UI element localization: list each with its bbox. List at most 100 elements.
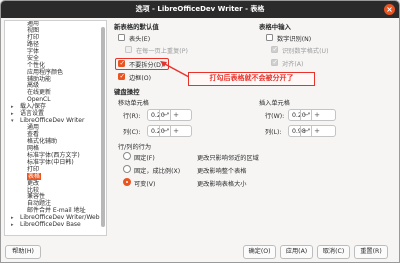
number-recognition-checkbox[interactable] [266,34,273,41]
fixed-proportional-label: 固定，成比例(X) [134,168,181,175]
tree-item-label: 更改 [27,179,40,187]
tree-item[interactable]: 通用 [5,124,106,132]
minus-icon[interactable]: − [159,109,170,121]
tree-item[interactable]: 打印 [5,33,106,42]
reset-button[interactable]: 重置(R) [354,245,388,259]
tree-item-label: 打印 [27,33,40,41]
variable-description: 更改影响表格大小 [197,181,247,188]
variable-radio[interactable] [123,178,131,186]
tree-item[interactable]: 应用程序颜色 [5,68,106,77]
tree-item-label: LibreOfficeDev Writer/Web [20,214,100,222]
tree-item-label: 标准字体(西方文字) [27,151,80,159]
tree-item-label: 应用程序颜色 [27,68,64,76]
insert-row-label: 行(W): [265,113,285,120]
help-button[interactable]: 帮助(H) [5,245,41,259]
apply-button[interactable]: 应用(A) [280,245,313,259]
tree-item-label: 个性化 [27,61,46,69]
behavior-heading: 行/列的行为 [118,144,152,151]
tree-item[interactable]: ▾ LibreOfficeDev Writer [5,117,106,125]
chevron-right-icon[interactable]: ▸ [11,215,20,222]
insert-row-spinner[interactable]: 0.20 " − + [288,109,336,121]
tree-item[interactable]: 标准字体(中日韩) [5,158,106,167]
number-recognition-label: 数字识别(N) [277,36,312,43]
options-tree[interactable]: 通用 视图 打印 路径 字体 安全 个性化 应用程序颜色 辅助功能 高级 在线更新 OpenCL ▸ 载入… [4,20,107,236]
plus-icon[interactable]: + [170,109,181,121]
input-heading: 表格中输入 [259,23,291,31]
tree-item[interactable]: 路径 [5,40,106,49]
annotation-arrow [160,61,190,78]
tree-item-label: 网格 [27,144,40,152]
tree-item-label: 邮件合并 E-mail 地址 [27,207,86,215]
tree-item-label: 字体 [27,47,40,55]
tree-item-label: 通用 [27,124,40,132]
header-label: 表头(E) [129,36,151,43]
options-dialog: 选项 - LibreOfficeDev Writer - 表格 × 通用 视图 打印… [0,0,400,263]
tree-item-label: 语言设置 [20,110,45,118]
close-icon[interactable]: × [384,4,395,15]
tree-item-label: 在线更新 [27,89,52,97]
tree-item[interactable]: 字体 [5,47,106,56]
tree-item-label: 格式化辅助 [27,137,58,145]
title-bar: 选项 - LibreOfficeDev Writer - 表格 × [1,1,399,18]
fixed-proportional-description: 更改影响整个表格 [197,168,247,175]
chevron-right-icon[interactable]: ▸ [11,111,20,118]
plus-icon[interactable]: + [311,125,322,137]
tree-item-label: 路径 [27,40,40,48]
tree-item[interactable]: 兼容性 [5,193,106,201]
chevron-right-icon[interactable]: ▸ [11,222,20,229]
tree-item[interactable]: 通用 [5,21,106,28]
alignment-checkbox[interactable] [271,58,278,66]
tree-item[interactable]: 在线更新 [5,89,106,97]
tree-item-label: 打印 [27,165,40,173]
insert-col-label: 列(L): [265,129,282,136]
fixed-label: 固定(F) [134,155,155,162]
border-checkbox[interactable] [118,72,125,80]
header-checkbox[interactable] [118,34,125,41]
number-format-label: 识别数字格式(U) [282,48,329,55]
window-title: 选项 - LibreOfficeDev Writer - 表格 [135,5,265,13]
fixed-description: 更改只影响邻近的区域 [197,155,259,162]
tree-item-label: 标准字体(中日韩) [27,158,74,166]
annotation-callout: 打勾后表格就不会被分开了 [188,72,315,86]
tree-item[interactable]: ▸ LibreOfficeDev Base [5,221,106,229]
plus-icon[interactable]: + [170,125,181,137]
repeat-heading-checkbox[interactable] [125,46,132,53]
tree-item-label: 查看 [27,131,40,138]
insert-cells-label: 插入单元格 [259,100,290,107]
tree-item[interactable]: 视图 [5,26,106,35]
cancel-button[interactable]: 取消(C) [317,245,350,259]
tree-item[interactable]: 比较 [5,187,106,195]
chevron-down-icon[interactable]: ▾ [11,118,20,125]
fixed-proportional-radio[interactable] [123,165,131,173]
ok-button[interactable]: 确定(O) [243,245,276,259]
tree-item[interactable]: 表格 [5,172,106,181]
tree-item-label: 通用 [27,20,40,27]
plus-icon[interactable]: + [311,109,322,121]
repeat-heading-label: 在每一页上重复(P) [136,48,188,55]
minus-icon[interactable]: − [159,125,170,137]
tree-item-label: LibreOfficeDev Base [20,221,81,229]
chevron-right-icon[interactable]: ▸ [11,104,20,111]
tree-item[interactable]: 高级 [5,82,106,90]
tree-item[interactable]: 安全 [5,54,106,63]
keyboard-heading: 键盘操控 [114,88,140,96]
tree-item[interactable]: 打印 [5,165,106,174]
tree-item-label: 安全 [27,54,40,62]
tree-item[interactable]: 辅助功能 [5,76,106,84]
tree-item-label: 视图 [27,26,40,34]
move-col-label: 列(C): [123,129,141,136]
tree-item[interactable]: 格式化辅助 [5,137,106,146]
fixed-radio[interactable] [123,152,131,160]
move-row-spinner[interactable]: 0.20 " − + [147,109,192,121]
tree-scrollbar[interactable] [101,27,105,227]
number-format-checkbox[interactable] [271,45,278,53]
defaults-heading: 新表格的默认值 [114,23,159,31]
alignment-label: 对齐(A) [282,61,304,68]
insert-col-spinner[interactable]: 0.98 " − + [288,125,336,137]
tree-item-label: 表格 [27,172,42,180]
move-col-spinner[interactable]: 0.20 " − + [147,125,192,137]
minus-icon[interactable]: − [300,125,311,137]
move-cells-label: 移动单元格 [118,100,149,107]
tree-item[interactable]: 更改 [5,179,106,188]
minus-icon[interactable]: − [300,109,311,121]
